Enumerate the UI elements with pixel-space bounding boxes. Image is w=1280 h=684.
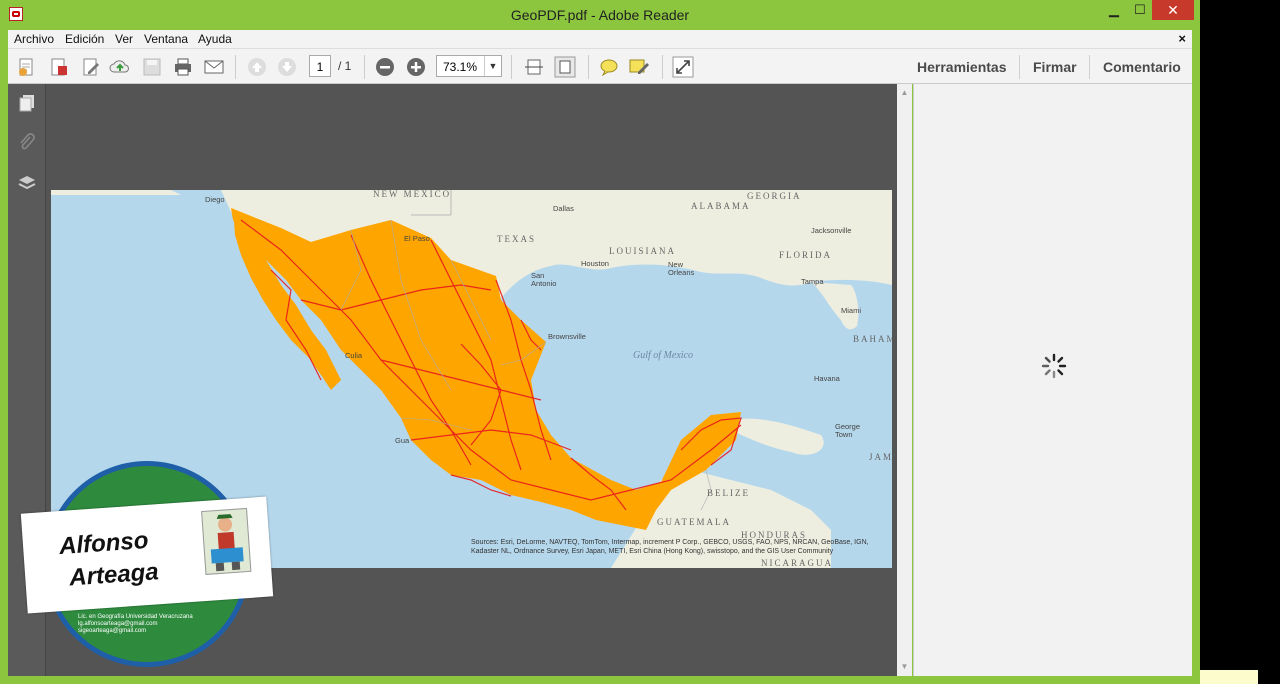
- map-label-new-mexico: NEW MEXICO: [373, 190, 452, 199]
- desktop-background-strip: [1200, 670, 1258, 684]
- map-label-bahamas: BAHAM: [853, 334, 892, 344]
- map-label-belize: BELIZE: [707, 488, 750, 498]
- city-san-antonio: San Antonio: [531, 271, 557, 288]
- attachments-icon[interactable]: [16, 132, 38, 154]
- map-attribution: Sources: Esri, DeLorme, NAVTEQ, TomTom, …: [471, 539, 869, 555]
- map-label-alabama: ALABAMA: [691, 201, 751, 211]
- tab-comentario[interactable]: Comentario: [1103, 59, 1181, 75]
- window-title: GeoPDF.pdf - Adobe Reader: [510, 7, 690, 23]
- city-brownsville: Brownsville: [548, 332, 586, 341]
- city-george-town: George Town: [835, 422, 861, 439]
- highlight-icon[interactable]: [628, 56, 650, 78]
- zoom-in-icon[interactable]: [405, 56, 427, 78]
- close-button[interactable]: ✕: [1152, 0, 1194, 20]
- menu-ver[interactable]: Ver: [115, 32, 133, 46]
- upload-cloud-icon[interactable]: [109, 56, 131, 78]
- menu-ventana[interactable]: Ventana: [144, 32, 188, 46]
- create-pdf-icon[interactable]: [16, 56, 38, 78]
- city-houston: Houston: [581, 259, 609, 268]
- watermark-first-name: Alfonso: [58, 526, 150, 561]
- watermark-info-line: lg.alfonsoarteaga@gmail.com: [78, 621, 158, 627]
- city-guadalajara: Gua: [395, 436, 410, 445]
- menu-bar: Archivo Edición Ver Ventana Ayuda ×: [8, 30, 1192, 48]
- map-label-texas: TEXAS: [497, 234, 536, 244]
- vertical-scrollbar[interactable]: ▲ ▼: [897, 84, 912, 676]
- tab-herramientas[interactable]: Herramientas: [917, 59, 1007, 75]
- main-toolbar: 1 / 1 73.1% ▼ Herramientas Firmar Coment…: [8, 48, 1192, 84]
- map-label-nicaragua: NICARAGUA: [761, 558, 833, 568]
- city-dallas: Dallas: [553, 204, 574, 213]
- menu-ayuda[interactable]: Ayuda: [198, 32, 232, 46]
- chevron-down-icon[interactable]: ▼: [484, 56, 501, 76]
- city-jacksonville: Jacksonville: [811, 226, 852, 235]
- map-label-gulf-of-mexico: Gulf of Mexico: [633, 350, 693, 361]
- city-el-paso: El Paso: [404, 234, 430, 243]
- email-icon[interactable]: [203, 56, 225, 78]
- page-thumbnails-icon[interactable]: [16, 92, 38, 114]
- city-havana: Havana: [814, 374, 840, 383]
- fit-page-icon[interactable]: [554, 56, 576, 78]
- scroll-up-arrow[interactable]: ▲: [897, 88, 912, 97]
- previous-page-icon[interactable]: [246, 56, 268, 78]
- map-label-guatemala: GUATEMALA: [657, 517, 731, 527]
- city-tampa: Tampa: [801, 277, 824, 286]
- minimize-button[interactable]: ▁: [1104, 0, 1124, 20]
- watermark-contact-info: Lic. en Geografía Universidad Veracruzan…: [78, 614, 193, 635]
- city-san-diego: Diego: [205, 195, 225, 204]
- print-icon[interactable]: [172, 56, 194, 78]
- edit-pdf-icon[interactable]: [80, 56, 102, 78]
- save-icon[interactable]: [141, 56, 163, 78]
- page-number-input[interactable]: 1: [309, 55, 331, 77]
- city-new-orleans: New Orleans: [668, 260, 695, 277]
- map-label-florida: FLORIDA: [779, 250, 833, 260]
- menu-edicion[interactable]: Edición: [65, 32, 104, 46]
- comment-icon[interactable]: [598, 56, 620, 78]
- map-label-louisiana: LOUISIANA: [609, 246, 676, 256]
- watermark-info-line: Lic. en Geografía Universidad Veracruzan…: [78, 614, 193, 620]
- full-screen-icon[interactable]: [672, 56, 694, 78]
- tools-pane: [913, 84, 1192, 676]
- watermark-info-line: sigeoarteaga@gmail.com: [78, 628, 147, 634]
- maximize-button[interactable]: ☐: [1130, 0, 1150, 20]
- page-total: / 1: [338, 59, 352, 73]
- zoom-select[interactable]: 73.1% ▼: [436, 55, 502, 77]
- city-culiacan: Culia: [345, 351, 363, 360]
- mascot-illustration-icon: [201, 507, 252, 575]
- scroll-down-arrow[interactable]: ▼: [897, 662, 912, 671]
- convert-pdf-icon[interactable]: [48, 56, 70, 78]
- city-miami: Miami: [841, 306, 861, 315]
- close-document-button[interactable]: ×: [1178, 31, 1186, 46]
- watermark-last-name: Arteaga: [68, 558, 160, 592]
- menu-archivo[interactable]: Archivo: [14, 32, 54, 46]
- map-label-jamaica: JAMA: [869, 452, 892, 462]
- fit-width-icon[interactable]: [523, 56, 545, 78]
- next-page-icon[interactable]: [276, 56, 298, 78]
- layers-icon[interactable]: [16, 172, 38, 194]
- watermark-name-card: Alfonso Arteaga: [20, 496, 274, 614]
- loading-spinner-icon: [1041, 353, 1067, 379]
- tab-firmar[interactable]: Firmar: [1033, 59, 1077, 75]
- zoom-value: 73.1%: [443, 60, 478, 74]
- title-bar[interactable]: GeoPDF.pdf - Adobe Reader ▁ ☐ ✕: [0, 0, 1200, 30]
- map-label-georgia: GEORGIA: [747, 191, 802, 201]
- zoom-out-icon[interactable]: [374, 56, 396, 78]
